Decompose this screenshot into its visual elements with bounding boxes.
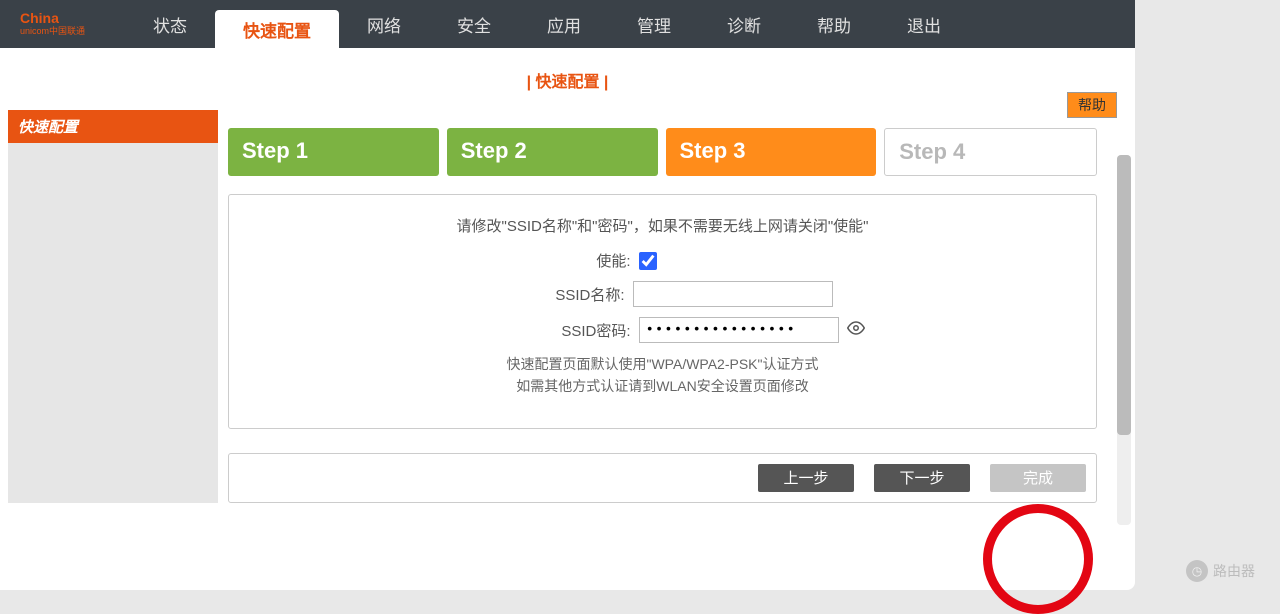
ssid-label: SSID名称: bbox=[455, 284, 625, 305]
form-box: 请修改"SSID名称"和"密码"，如果不需要无线上网请关闭"使能" 使能: SS… bbox=[228, 194, 1097, 429]
sidebar-body bbox=[8, 143, 218, 503]
sidebar-header[interactable]: 快速配置 bbox=[8, 110, 218, 143]
note-line1: 快速配置页面默认使用"WPA/WPA2-PSK"认证方式 bbox=[259, 353, 1066, 375]
steps-row: Step 1 Step 2 Step 3 Step 4 bbox=[228, 128, 1097, 176]
page-title-bar: | 快速配置 | bbox=[0, 48, 1135, 102]
scrollbar[interactable] bbox=[1117, 155, 1131, 525]
eye-icon[interactable] bbox=[847, 319, 865, 342]
sidebar: 快速配置 bbox=[8, 110, 218, 503]
logo: China unicom中国联通 bbox=[20, 11, 85, 36]
watermark-text: 路由器 bbox=[1213, 561, 1255, 581]
watermark-icon: ◷ bbox=[1186, 560, 1208, 582]
watermark-router: ◷ 路由器 bbox=[1186, 560, 1255, 582]
form-note: 快速配置页面默认使用"WPA/WPA2-PSK"认证方式 如需其他方式认证请到W… bbox=[259, 353, 1066, 398]
finish-button: 完成 bbox=[990, 464, 1086, 492]
nav-management[interactable]: 管理 bbox=[609, 0, 699, 48]
nav-logout[interactable]: 退出 bbox=[879, 0, 969, 48]
next-button[interactable]: 下一步 bbox=[874, 464, 970, 492]
step-2[interactable]: Step 2 bbox=[447, 128, 658, 176]
logo-main: China bbox=[20, 11, 85, 26]
enable-checkbox[interactable] bbox=[639, 252, 657, 270]
nav-status[interactable]: 状态 bbox=[125, 0, 215, 48]
nav-quick-config[interactable]: 快速配置 bbox=[215, 10, 339, 48]
button-box: 上一步 下一步 完成 bbox=[228, 453, 1097, 503]
watermark-toutiao: 头条 @偶西小喀嗒 bbox=[420, 554, 569, 580]
password-row: SSID密码: bbox=[259, 317, 1066, 343]
password-label: SSID密码: bbox=[461, 320, 631, 341]
form-instruction: 请修改"SSID名称"和"密码"，如果不需要无线上网请关闭"使能" bbox=[259, 215, 1066, 236]
nav-help[interactable]: 帮助 bbox=[789, 0, 879, 48]
enable-label: 使能: bbox=[461, 250, 631, 271]
step-1[interactable]: Step 1 bbox=[228, 128, 439, 176]
nav-network[interactable]: 网络 bbox=[339, 0, 429, 48]
nav-security[interactable]: 安全 bbox=[429, 0, 519, 48]
password-input[interactable] bbox=[639, 317, 839, 343]
ssid-input[interactable] bbox=[633, 281, 833, 307]
top-nav: China unicom中国联通 状态 快速配置 网络 安全 应用 管理 诊断 … bbox=[0, 0, 1135, 48]
scrollbar-thumb[interactable] bbox=[1117, 155, 1131, 435]
main-panel: Step 1 Step 2 Step 3 Step 4 请修改"SSID名称"和… bbox=[228, 110, 1127, 503]
prev-button[interactable]: 上一步 bbox=[758, 464, 854, 492]
nav-application[interactable]: 应用 bbox=[519, 0, 609, 48]
step-4: Step 4 bbox=[884, 128, 1097, 176]
step-3[interactable]: Step 3 bbox=[666, 128, 877, 176]
enable-row: 使能: bbox=[259, 250, 1066, 271]
ssid-row: SSID名称: bbox=[259, 281, 1066, 307]
nav-diagnosis[interactable]: 诊断 bbox=[699, 0, 789, 48]
note-line2: 如需其他方式认证请到WLAN安全设置页面修改 bbox=[259, 375, 1066, 397]
page-title: | 快速配置 | bbox=[527, 74, 609, 91]
logo-sub: unicom中国联通 bbox=[20, 27, 85, 37]
highlight-circle bbox=[983, 504, 1093, 614]
